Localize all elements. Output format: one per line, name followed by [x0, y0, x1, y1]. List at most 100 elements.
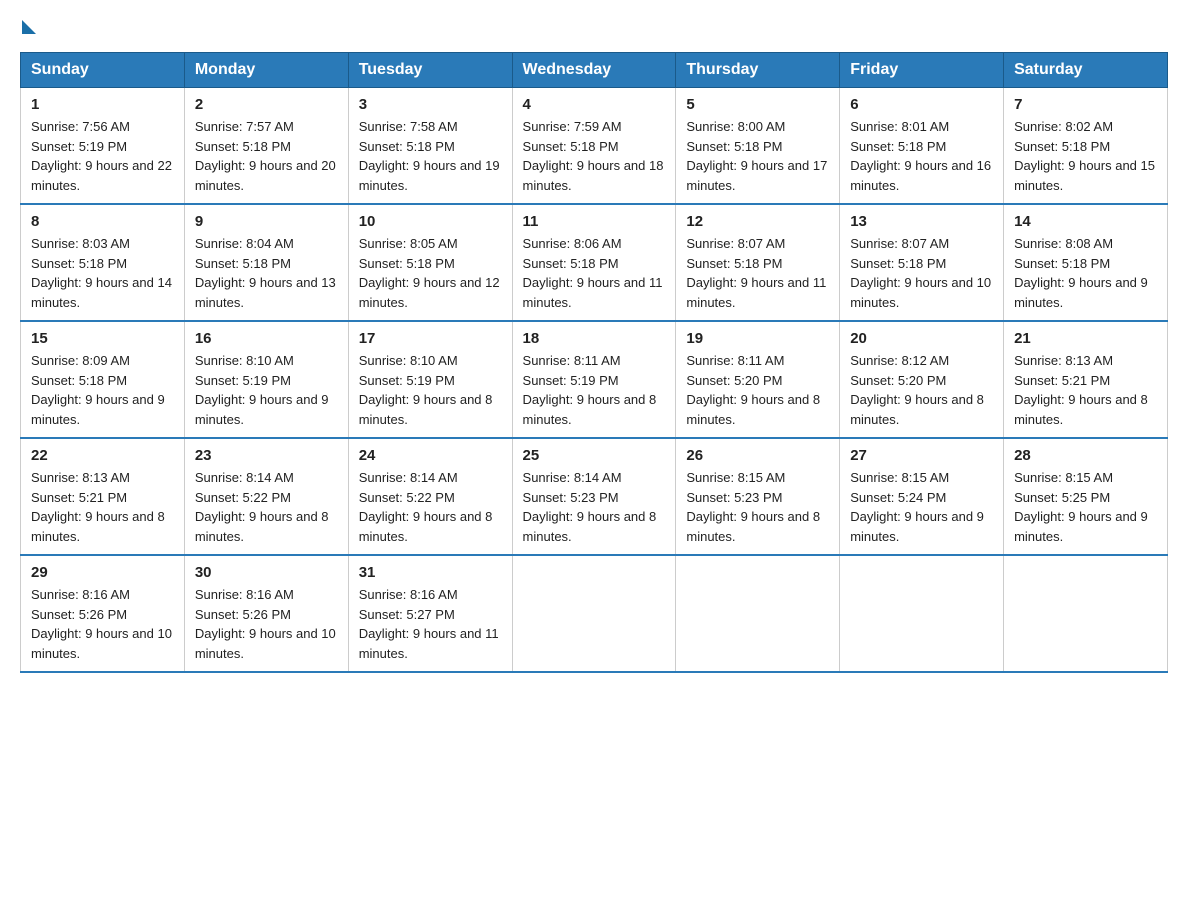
- calendar-week-row: 15 Sunrise: 8:09 AM Sunset: 5:18 PM Dayl…: [21, 321, 1168, 438]
- day-info: Sunrise: 8:05 AM Sunset: 5:18 PM Dayligh…: [359, 234, 502, 312]
- day-info: Sunrise: 8:13 AM Sunset: 5:21 PM Dayligh…: [31, 468, 174, 546]
- day-number: 28: [1014, 447, 1157, 464]
- day-number: 31: [359, 564, 502, 581]
- day-info: Sunrise: 8:13 AM Sunset: 5:21 PM Dayligh…: [1014, 351, 1157, 429]
- day-info: Sunrise: 8:12 AM Sunset: 5:20 PM Dayligh…: [850, 351, 993, 429]
- day-number: 14: [1014, 213, 1157, 230]
- day-info: Sunrise: 8:15 AM Sunset: 5:25 PM Dayligh…: [1014, 468, 1157, 546]
- day-number: 16: [195, 330, 338, 347]
- calendar-cell: 25 Sunrise: 8:14 AM Sunset: 5:23 PM Dayl…: [512, 438, 676, 555]
- day-number: 25: [523, 447, 666, 464]
- day-info: Sunrise: 8:00 AM Sunset: 5:18 PM Dayligh…: [686, 117, 829, 195]
- day-number: 23: [195, 447, 338, 464]
- calendar-cell: 28 Sunrise: 8:15 AM Sunset: 5:25 PM Dayl…: [1004, 438, 1168, 555]
- calendar-cell: 8 Sunrise: 8:03 AM Sunset: 5:18 PM Dayli…: [21, 204, 185, 321]
- day-info: Sunrise: 8:09 AM Sunset: 5:18 PM Dayligh…: [31, 351, 174, 429]
- calendar-cell: 13 Sunrise: 8:07 AM Sunset: 5:18 PM Dayl…: [840, 204, 1004, 321]
- calendar-cell: 21 Sunrise: 8:13 AM Sunset: 5:21 PM Dayl…: [1004, 321, 1168, 438]
- calendar-cell: [676, 555, 840, 672]
- calendar-cell: [1004, 555, 1168, 672]
- calendar-cell: [840, 555, 1004, 672]
- calendar-cell: 15 Sunrise: 8:09 AM Sunset: 5:18 PM Dayl…: [21, 321, 185, 438]
- day-info: Sunrise: 8:14 AM Sunset: 5:23 PM Dayligh…: [523, 468, 666, 546]
- calendar-cell: 4 Sunrise: 7:59 AM Sunset: 5:18 PM Dayli…: [512, 88, 676, 205]
- day-number: 8: [31, 213, 174, 230]
- day-number: 26: [686, 447, 829, 464]
- day-info: Sunrise: 7:56 AM Sunset: 5:19 PM Dayligh…: [31, 117, 174, 195]
- calendar-cell: 19 Sunrise: 8:11 AM Sunset: 5:20 PM Dayl…: [676, 321, 840, 438]
- logo-arrow-icon: [22, 20, 36, 34]
- calendar-cell: 9 Sunrise: 8:04 AM Sunset: 5:18 PM Dayli…: [184, 204, 348, 321]
- day-info: Sunrise: 8:10 AM Sunset: 5:19 PM Dayligh…: [195, 351, 338, 429]
- day-number: 7: [1014, 96, 1157, 113]
- day-info: Sunrise: 8:02 AM Sunset: 5:18 PM Dayligh…: [1014, 117, 1157, 195]
- day-number: 3: [359, 96, 502, 113]
- day-info: Sunrise: 8:16 AM Sunset: 5:26 PM Dayligh…: [195, 585, 338, 663]
- calendar-cell: 11 Sunrise: 8:06 AM Sunset: 5:18 PM Dayl…: [512, 204, 676, 321]
- day-number: 9: [195, 213, 338, 230]
- day-number: 6: [850, 96, 993, 113]
- day-info: Sunrise: 8:07 AM Sunset: 5:18 PM Dayligh…: [686, 234, 829, 312]
- day-number: 19: [686, 330, 829, 347]
- day-number: 30: [195, 564, 338, 581]
- calendar-cell: [512, 555, 676, 672]
- calendar-cell: 16 Sunrise: 8:10 AM Sunset: 5:19 PM Dayl…: [184, 321, 348, 438]
- day-number: 12: [686, 213, 829, 230]
- calendar-cell: 3 Sunrise: 7:58 AM Sunset: 5:18 PM Dayli…: [348, 88, 512, 205]
- day-number: 1: [31, 96, 174, 113]
- calendar-cell: 26 Sunrise: 8:15 AM Sunset: 5:23 PM Dayl…: [676, 438, 840, 555]
- calendar-table: SundayMondayTuesdayWednesdayThursdayFrid…: [20, 52, 1168, 673]
- calendar-cell: 23 Sunrise: 8:14 AM Sunset: 5:22 PM Dayl…: [184, 438, 348, 555]
- calendar-cell: 12 Sunrise: 8:07 AM Sunset: 5:18 PM Dayl…: [676, 204, 840, 321]
- day-header-monday: Monday: [184, 53, 348, 88]
- day-header-friday: Friday: [840, 53, 1004, 88]
- calendar-week-row: 8 Sunrise: 8:03 AM Sunset: 5:18 PM Dayli…: [21, 204, 1168, 321]
- day-number: 17: [359, 330, 502, 347]
- day-info: Sunrise: 8:11 AM Sunset: 5:19 PM Dayligh…: [523, 351, 666, 429]
- calendar-cell: 22 Sunrise: 8:13 AM Sunset: 5:21 PM Dayl…: [21, 438, 185, 555]
- day-info: Sunrise: 8:15 AM Sunset: 5:24 PM Dayligh…: [850, 468, 993, 546]
- day-number: 11: [523, 213, 666, 230]
- day-info: Sunrise: 8:16 AM Sunset: 5:27 PM Dayligh…: [359, 585, 502, 663]
- calendar-cell: 24 Sunrise: 8:14 AM Sunset: 5:22 PM Dayl…: [348, 438, 512, 555]
- day-number: 27: [850, 447, 993, 464]
- day-number: 15: [31, 330, 174, 347]
- calendar-cell: 30 Sunrise: 8:16 AM Sunset: 5:26 PM Dayl…: [184, 555, 348, 672]
- page-header: [20, 20, 1168, 36]
- calendar-cell: 7 Sunrise: 8:02 AM Sunset: 5:18 PM Dayli…: [1004, 88, 1168, 205]
- day-number: 21: [1014, 330, 1157, 347]
- days-header-row: SundayMondayTuesdayWednesdayThursdayFrid…: [21, 53, 1168, 88]
- day-number: 24: [359, 447, 502, 464]
- day-info: Sunrise: 8:03 AM Sunset: 5:18 PM Dayligh…: [31, 234, 174, 312]
- day-info: Sunrise: 8:06 AM Sunset: 5:18 PM Dayligh…: [523, 234, 666, 312]
- day-info: Sunrise: 7:59 AM Sunset: 5:18 PM Dayligh…: [523, 117, 666, 195]
- day-info: Sunrise: 7:57 AM Sunset: 5:18 PM Dayligh…: [195, 117, 338, 195]
- calendar-cell: 17 Sunrise: 8:10 AM Sunset: 5:19 PM Dayl…: [348, 321, 512, 438]
- calendar-week-row: 29 Sunrise: 8:16 AM Sunset: 5:26 PM Dayl…: [21, 555, 1168, 672]
- day-number: 10: [359, 213, 502, 230]
- calendar-cell: 10 Sunrise: 8:05 AM Sunset: 5:18 PM Dayl…: [348, 204, 512, 321]
- day-header-wednesday: Wednesday: [512, 53, 676, 88]
- calendar-cell: 5 Sunrise: 8:00 AM Sunset: 5:18 PM Dayli…: [676, 88, 840, 205]
- day-number: 13: [850, 213, 993, 230]
- day-info: Sunrise: 8:11 AM Sunset: 5:20 PM Dayligh…: [686, 351, 829, 429]
- day-number: 18: [523, 330, 666, 347]
- day-info: Sunrise: 8:15 AM Sunset: 5:23 PM Dayligh…: [686, 468, 829, 546]
- logo: [20, 20, 36, 36]
- day-number: 29: [31, 564, 174, 581]
- day-header-saturday: Saturday: [1004, 53, 1168, 88]
- calendar-cell: 29 Sunrise: 8:16 AM Sunset: 5:26 PM Dayl…: [21, 555, 185, 672]
- day-header-tuesday: Tuesday: [348, 53, 512, 88]
- day-info: Sunrise: 8:14 AM Sunset: 5:22 PM Dayligh…: [195, 468, 338, 546]
- day-info: Sunrise: 8:16 AM Sunset: 5:26 PM Dayligh…: [31, 585, 174, 663]
- day-info: Sunrise: 7:58 AM Sunset: 5:18 PM Dayligh…: [359, 117, 502, 195]
- day-number: 4: [523, 96, 666, 113]
- day-number: 20: [850, 330, 993, 347]
- day-info: Sunrise: 8:01 AM Sunset: 5:18 PM Dayligh…: [850, 117, 993, 195]
- calendar-cell: 20 Sunrise: 8:12 AM Sunset: 5:20 PM Dayl…: [840, 321, 1004, 438]
- day-info: Sunrise: 8:07 AM Sunset: 5:18 PM Dayligh…: [850, 234, 993, 312]
- calendar-cell: 14 Sunrise: 8:08 AM Sunset: 5:18 PM Dayl…: [1004, 204, 1168, 321]
- calendar-week-row: 22 Sunrise: 8:13 AM Sunset: 5:21 PM Dayl…: [21, 438, 1168, 555]
- calendar-cell: 6 Sunrise: 8:01 AM Sunset: 5:18 PM Dayli…: [840, 88, 1004, 205]
- calendar-cell: 1 Sunrise: 7:56 AM Sunset: 5:19 PM Dayli…: [21, 88, 185, 205]
